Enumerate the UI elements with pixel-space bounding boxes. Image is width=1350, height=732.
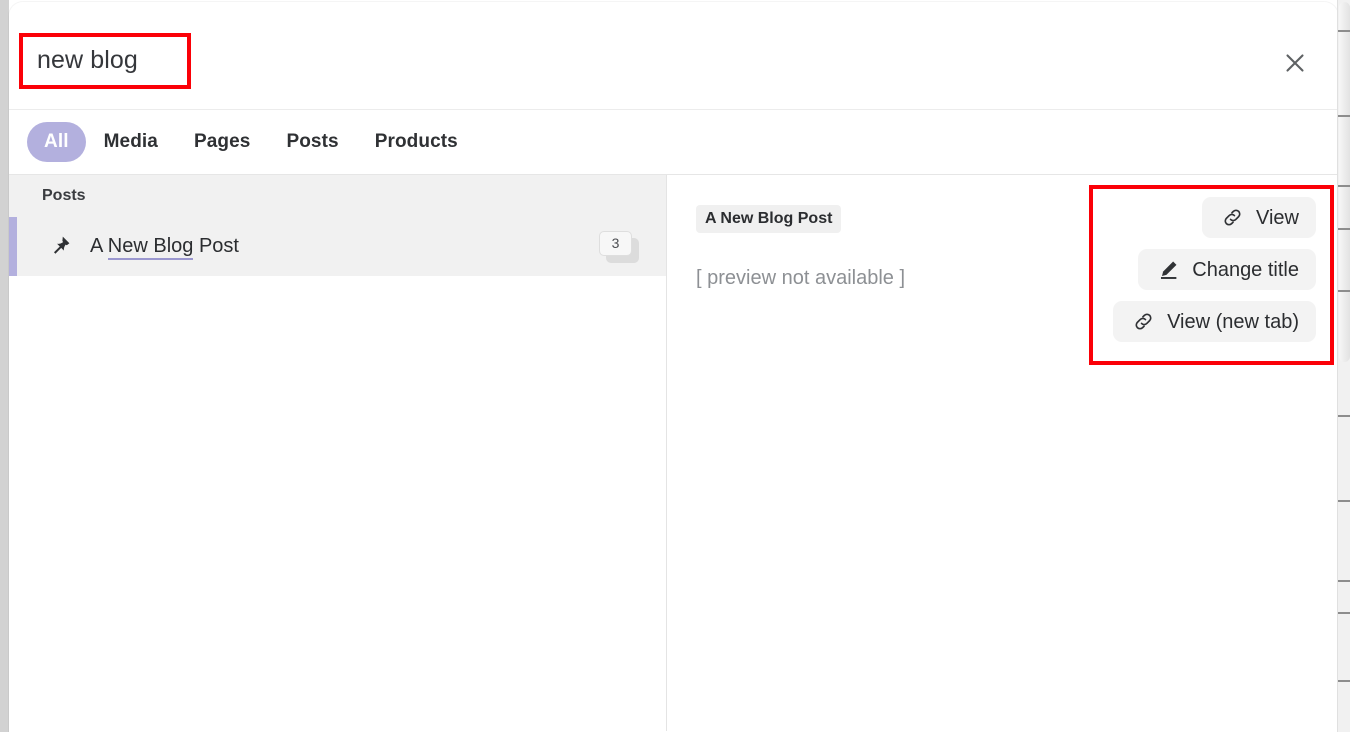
scrollbar-tick (1338, 290, 1350, 292)
table-row[interactable]: A New Blog Post 3 (9, 217, 666, 276)
scrollbar-tick (1338, 612, 1350, 614)
link-icon (1132, 311, 1154, 332)
change-title-button-label: Change title (1192, 260, 1299, 280)
scrollbar-tick (1338, 500, 1350, 502)
scrollbar-tick (1338, 415, 1350, 417)
result-title-suffix: Post (193, 235, 239, 257)
scrollbar-tick (1338, 680, 1350, 682)
view-button-label: View (1256, 208, 1299, 228)
preview-title: A New Blog Post (696, 205, 841, 233)
search-modal: All Media Pages Posts Products Posts (9, 2, 1338, 732)
search-input[interactable] (37, 38, 597, 82)
results-pane: Posts A New Blog Post (9, 175, 667, 731)
view-new-tab-button-label: View (new tab) (1167, 312, 1299, 332)
link-icon (1221, 207, 1243, 228)
shortcut-badge: 3 (599, 231, 639, 263)
modal-body: Posts A New Blog Post (9, 175, 1338, 731)
search-bar (9, 2, 1338, 110)
shortcut-badge-key: 3 (599, 231, 632, 256)
scrollbar-tick (1338, 228, 1350, 230)
preview-pane: A New Blog Post [ preview not available … (667, 175, 1338, 731)
results-empty-area (9, 276, 666, 731)
action-buttons: View Change title (1113, 197, 1316, 342)
result-title-prefix: A (90, 235, 108, 257)
scrollbar-tick (1338, 580, 1350, 582)
result-title: A New Blog Post (90, 235, 239, 258)
scrollbar-tick (1338, 30, 1350, 32)
close-icon[interactable] (1278, 46, 1312, 80)
pin-icon (46, 234, 80, 260)
browser-scrollbar[interactable] (1337, 0, 1350, 732)
page-left-edge (0, 0, 9, 732)
tab-products[interactable]: Products (357, 122, 476, 162)
scrollbar-tick (1338, 185, 1350, 187)
results-group-header: Posts (9, 175, 666, 217)
view-button[interactable]: View (1202, 197, 1316, 238)
pencil-icon (1157, 259, 1179, 280)
preview-empty-message: [ preview not available ] (696, 267, 905, 290)
page-root: All Media Pages Posts Products Posts (0, 0, 1350, 732)
tab-posts[interactable]: Posts (268, 122, 356, 162)
tab-pages[interactable]: Pages (176, 122, 268, 162)
view-new-tab-button[interactable]: View (new tab) (1113, 301, 1316, 342)
scrollbar-thumb[interactable] (1339, 2, 1350, 362)
scrollbar-tick (1338, 115, 1350, 117)
result-title-match: New Blog (108, 235, 194, 260)
tab-media[interactable]: Media (86, 122, 176, 162)
tab-all[interactable]: All (27, 122, 86, 162)
change-title-button[interactable]: Change title (1138, 249, 1316, 290)
filter-tabs: All Media Pages Posts Products (9, 110, 1338, 175)
row-selection-accent (9, 217, 17, 276)
